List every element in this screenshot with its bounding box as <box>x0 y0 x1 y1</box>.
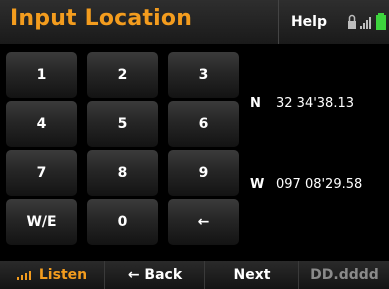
battery-icon <box>376 13 386 30</box>
listen-button[interactable]: Listen <box>0 261 104 289</box>
latitude-value: 32 34'38.13 <box>276 96 355 111</box>
listen-label: Listen <box>38 267 88 283</box>
hemisphere-toggle-key[interactable]: W/E <box>6 199 77 245</box>
key-3[interactable]: 3 <box>168 52 239 98</box>
key-8[interactable]: 8 <box>87 150 158 196</box>
longitude-value: 097 08'29.58 <box>276 177 363 192</box>
title-bar: Input Location Help <box>0 0 389 44</box>
key-7[interactable]: 7 <box>6 150 77 196</box>
listen-volume-icon <box>16 271 31 280</box>
key-0[interactable]: 0 <box>87 199 158 245</box>
key-2[interactable]: 2 <box>87 52 158 98</box>
back-button[interactable]: ← Back <box>104 261 205 289</box>
latitude-display[interactable]: N 32 34'38.13 <box>250 96 354 111</box>
next-button[interactable]: Next <box>204 261 299 289</box>
key-5[interactable]: 5 <box>87 101 158 147</box>
backspace-key[interactable]: ← <box>168 199 239 245</box>
longitude-display[interactable]: W 097 08'29.58 <box>250 177 362 192</box>
key-9[interactable]: 9 <box>168 150 239 196</box>
key-4[interactable]: 4 <box>6 101 77 147</box>
key-1[interactable]: 1 <box>6 52 77 98</box>
coordinate-format-button[interactable]: DD.dddd <box>298 261 389 289</box>
bottom-toolbar: Listen ← Back Next DD.dddd <box>0 261 389 289</box>
help-button[interactable]: Help <box>278 0 339 44</box>
lock-icon <box>348 14 356 29</box>
page-title: Input Location <box>10 6 193 31</box>
longitude-hemisphere: W <box>250 177 265 192</box>
status-icons <box>346 12 389 32</box>
signal-bars-icon <box>360 17 371 29</box>
key-6[interactable]: 6 <box>168 101 239 147</box>
latitude-hemisphere: N <box>250 96 261 111</box>
